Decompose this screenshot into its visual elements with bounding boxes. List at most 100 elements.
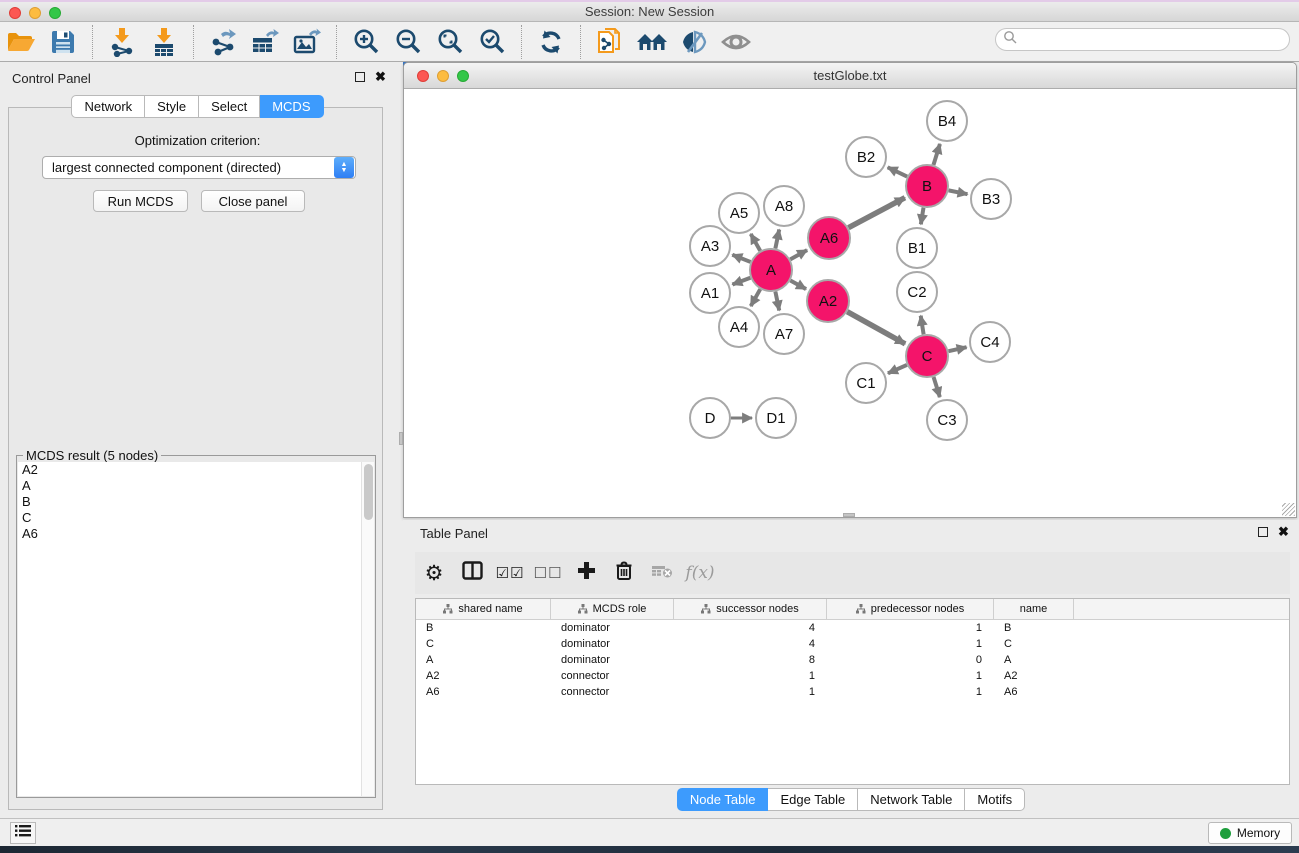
edge-B-B1[interactable] [921, 208, 924, 225]
edge-A2-C[interactable] [847, 312, 905, 344]
close-window-button[interactable] [9, 7, 21, 19]
houses-icon[interactable] [631, 24, 673, 60]
zoom-in-button[interactable] [345, 24, 387, 60]
cell-successor-nodes[interactable]: 1 [674, 684, 827, 700]
mcds-result-list[interactable]: A2ABCA6 [18, 462, 362, 796]
column-header-successor-nodes[interactable]: successor nodes [674, 599, 827, 619]
table-row[interactable]: A2connector11A2 [416, 668, 1289, 684]
memory-button[interactable]: Memory [1208, 822, 1292, 844]
import-table-button[interactable] [143, 24, 185, 60]
table-row[interactable]: Adominator80A [416, 652, 1289, 668]
close-panel-button[interactable]: Close panel [201, 190, 305, 212]
network-graph-canvas[interactable]: AA2A6BCA1A3A4A5A7A8B1B2B3B4C1C2C3C4DD1 [404, 90, 1296, 518]
open-file-button[interactable] [0, 24, 42, 60]
column-header-MCDS-role[interactable]: MCDS role [551, 599, 674, 619]
edge-A-A2[interactable] [790, 281, 806, 290]
export-image-button[interactable] [286, 24, 328, 60]
edge-B-B2[interactable] [888, 167, 907, 176]
edge-A-A6[interactable] [790, 250, 807, 259]
zoom-fit-button[interactable] [429, 24, 471, 60]
result-item[interactable]: A2 [18, 462, 362, 478]
edge-B-B3[interactable] [949, 190, 968, 194]
edge-C-C4[interactable] [948, 347, 966, 351]
edge-A-A1[interactable] [732, 278, 750, 285]
cell-successor-nodes[interactable]: 4 [674, 636, 827, 652]
cell-name[interactable]: B [994, 620, 1074, 636]
cell-predecessor-nodes[interactable]: 0 [827, 652, 994, 668]
cell-name[interactable]: A6 [994, 684, 1074, 700]
cell-MCDS-role[interactable]: dominator [551, 636, 674, 652]
delete-column-button[interactable] [605, 555, 643, 591]
select-all-columns-button[interactable]: ☑☑ [491, 555, 529, 591]
table-body[interactable]: Bdominator41BCdominator41CAdominator80AA… [416, 620, 1289, 700]
close-panel-icon[interactable]: ✖ [375, 72, 386, 82]
edge-A-A7[interactable] [775, 292, 779, 311]
table-row[interactable]: A6connector11A6 [416, 684, 1289, 700]
cell-MCDS-role[interactable]: connector [551, 684, 674, 700]
network-window-titlebar[interactable]: testGlobe.txt [404, 63, 1296, 89]
minimize-window-button[interactable] [29, 7, 41, 19]
close-table-panel-icon[interactable]: ✖ [1278, 527, 1289, 537]
edge-C-C2[interactable] [921, 316, 924, 335]
search-input[interactable] [1018, 33, 1268, 47]
cell-successor-nodes[interactable]: 1 [674, 668, 827, 684]
result-item[interactable]: C [18, 510, 362, 526]
edge-B-B4[interactable] [933, 144, 939, 165]
result-item[interactable]: A6 [18, 526, 362, 542]
cell-shared-name[interactable]: B [416, 620, 551, 636]
edge-A-A4[interactable] [751, 289, 760, 306]
delete-table-button-disabled[interactable] [643, 555, 681, 591]
cell-predecessor-nodes[interactable]: 1 [827, 636, 994, 652]
network-vertical-scroll-thumb[interactable] [399, 432, 403, 445]
table-row[interactable]: Bdominator41B [416, 620, 1289, 636]
export-table-button[interactable] [244, 24, 286, 60]
result-item[interactable]: A [18, 478, 362, 494]
cell-name[interactable]: A [994, 652, 1074, 668]
task-history-button[interactable] [10, 822, 36, 844]
table-row[interactable]: Cdominator41C [416, 636, 1289, 652]
add-column-button[interactable] [567, 555, 605, 591]
tab-network-table[interactable]: Network Table [858, 788, 965, 811]
cell-shared-name[interactable]: A [416, 652, 551, 668]
show-columns-button[interactable] [453, 555, 491, 591]
result-scrollbar-thumb[interactable] [364, 464, 373, 520]
edge-C-C1[interactable] [888, 365, 907, 373]
unselect-all-columns-button[interactable]: ☐☐ [529, 555, 567, 591]
table-settings-button[interactable]: ⚙ [415, 555, 453, 591]
column-header-name[interactable]: name [994, 599, 1074, 619]
cell-successor-nodes[interactable]: 8 [674, 652, 827, 668]
save-session-button[interactable] [42, 24, 84, 60]
column-header-shared-name[interactable]: shared name [416, 599, 551, 619]
tab-node-table[interactable]: Node Table [677, 788, 769, 811]
resize-grip-icon[interactable] [1282, 503, 1295, 516]
zoom-selected-button[interactable] [471, 24, 513, 60]
export-network-button[interactable] [202, 24, 244, 60]
edge-C-C3[interactable] [934, 377, 940, 397]
birds-eye-button[interactable] [715, 24, 757, 60]
cell-name[interactable]: C [994, 636, 1074, 652]
function-builder-button-disabled[interactable]: f(x) [681, 555, 719, 591]
import-network-button[interactable] [101, 24, 143, 60]
tab-network[interactable]: Network [71, 95, 145, 118]
cell-predecessor-nodes[interactable]: 1 [827, 668, 994, 684]
cell-shared-name[interactable]: A6 [416, 684, 551, 700]
run-mcds-button[interactable]: Run MCDS [93, 190, 188, 212]
cell-shared-name[interactable]: C [416, 636, 551, 652]
edge-A6-B[interactable] [848, 198, 904, 228]
cell-name[interactable]: A2 [994, 668, 1074, 684]
cell-predecessor-nodes[interactable]: 1 [827, 620, 994, 636]
network-horizontal-scroll-thumb[interactable] [843, 513, 855, 517]
zoom-window-button[interactable] [49, 7, 61, 19]
column-header-predecessor-nodes[interactable]: predecessor nodes [827, 599, 994, 619]
result-item[interactable]: B [18, 494, 362, 510]
tab-edge-table[interactable]: Edge Table [768, 788, 858, 811]
cell-shared-name[interactable]: A2 [416, 668, 551, 684]
edge-A-A8[interactable] [775, 230, 779, 249]
edge-A-A5[interactable] [751, 234, 760, 251]
zoom-out-button[interactable] [387, 24, 429, 60]
criterion-dropdown[interactable]: largest connected component (directed) ▲… [42, 156, 356, 179]
float-table-panel-icon[interactable] [1258, 527, 1268, 537]
cell-MCDS-role[interactable]: dominator [551, 652, 674, 668]
cell-successor-nodes[interactable]: 4 [674, 620, 827, 636]
clone-network-button[interactable] [589, 24, 631, 60]
